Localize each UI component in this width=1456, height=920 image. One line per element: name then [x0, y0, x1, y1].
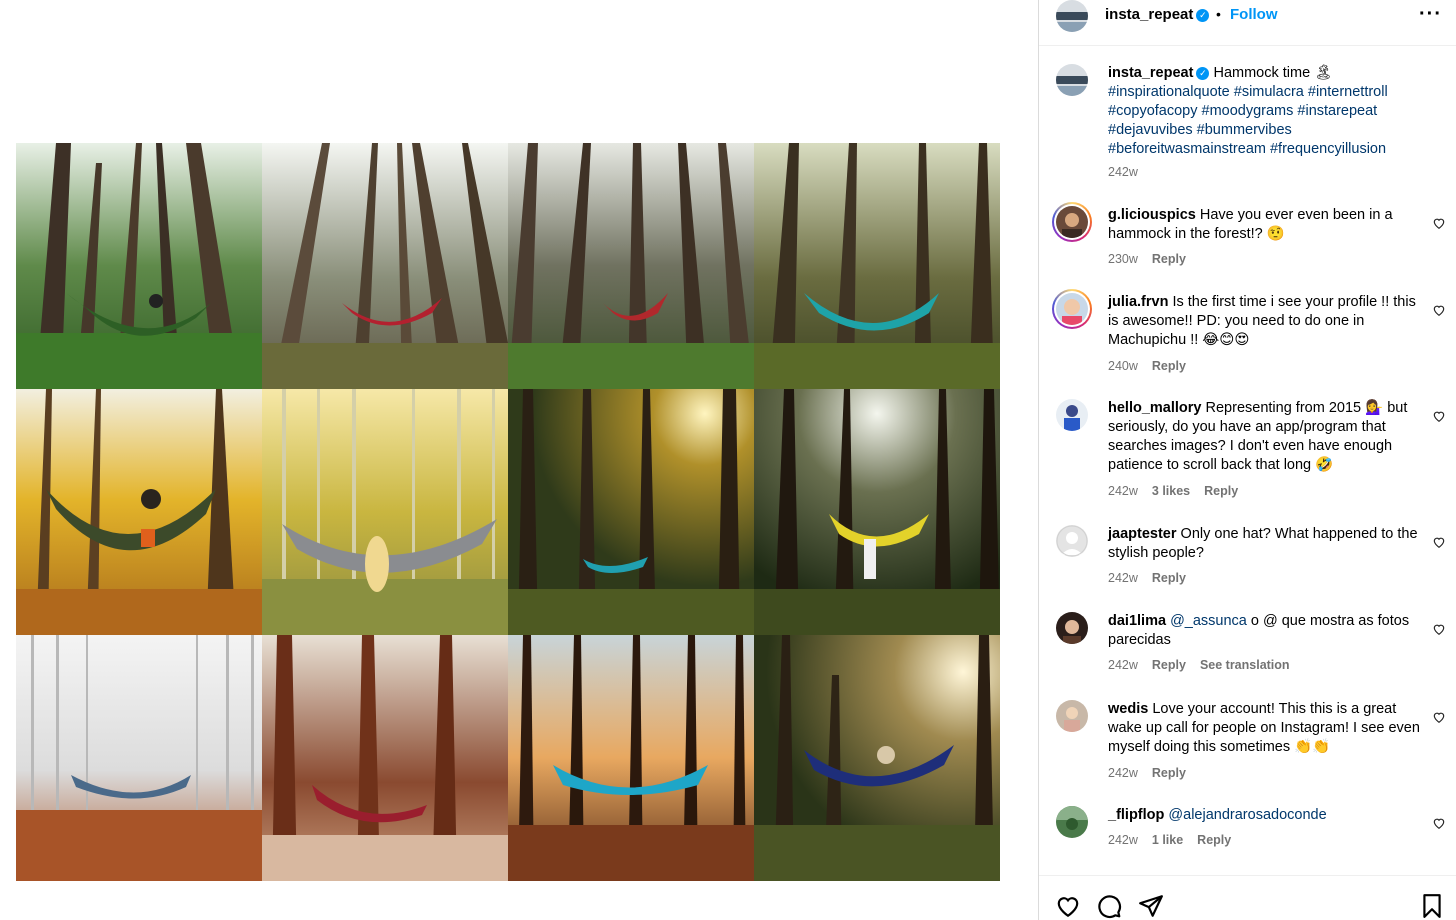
comment-text: _flipflop @alejandrarosadoconde	[1108, 806, 1420, 825]
comment-meta: 242w 1 like Reply	[1108, 833, 1245, 847]
reply-button[interactable]: Reply	[1197, 833, 1231, 847]
post-header: insta_repeat ✓ • Follow ···	[1039, 0, 1456, 46]
share-icon[interactable]	[1138, 893, 1164, 919]
comment-username[interactable]: jaaptester	[1108, 526, 1177, 542]
comment-avatar[interactable]	[1056, 399, 1088, 431]
caption-time[interactable]: 242w	[1108, 165, 1138, 179]
caption-body: Hammock time 🏝	[1213, 65, 1333, 81]
comment-avatar[interactable]	[1056, 612, 1088, 644]
profile-avatar[interactable]	[1056, 0, 1088, 32]
comment-avatar[interactable]	[1056, 293, 1088, 325]
bookmark-icon[interactable]	[1419, 893, 1445, 919]
comment-text: jaaptester Only one hat? What happened t…	[1108, 525, 1420, 563]
story-ring[interactable]	[1052, 202, 1092, 242]
collage-photo	[754, 389, 1000, 635]
comment-body: Love your account! This this is a great …	[1108, 701, 1420, 755]
comment-meta: 242w Reply	[1108, 766, 1200, 780]
verified-badge-icon: ✓	[1196, 9, 1210, 22]
heart-icon[interactable]	[1055, 893, 1081, 919]
comment-username[interactable]: hello_mallory	[1108, 400, 1201, 416]
comment-icon[interactable]	[1096, 893, 1122, 919]
comment-meta: 230w Reply	[1108, 252, 1200, 266]
caption-text: insta_repeat ✓ Hammock time 🏝 #inspiratio…	[1108, 64, 1420, 159]
comment-mention[interactable]: @alejandrarosadoconde	[1168, 807, 1326, 823]
comment-username[interactable]: g.liciouspics	[1108, 207, 1196, 223]
comment-meta: 240w Reply	[1108, 359, 1200, 373]
story-ring[interactable]	[1052, 289, 1092, 329]
like-comment-heart-icon[interactable]	[1432, 535, 1446, 549]
comment-username[interactable]: julia.frvn	[1108, 294, 1168, 310]
like-comment-heart-icon[interactable]	[1432, 409, 1446, 423]
comment-meta: 242w Reply	[1108, 571, 1200, 585]
verified-badge-icon: ✓	[1196, 67, 1210, 80]
comment-time[interactable]: 242w	[1108, 833, 1138, 847]
caption-meta: 242w	[1108, 165, 1152, 179]
comment-text: hello_mallory Representing from 2015 💁‍♀…	[1108, 399, 1420, 475]
more-options-icon[interactable]: ···	[1419, 3, 1442, 26]
comment-avatar[interactable]	[1056, 206, 1088, 238]
collage-photo	[16, 635, 262, 881]
post-sidebar: insta_repeat ✓ • Follow ··· insta_repeat ✓…	[1038, 0, 1456, 920]
post-media[interactable]	[0, 0, 1038, 920]
like-comment-heart-icon[interactable]	[1432, 216, 1446, 230]
reply-button[interactable]: Reply	[1152, 252, 1186, 266]
collage-photo	[754, 143, 1000, 389]
comment-text: dai1lima @_assunca o @ que mostra as fot…	[1108, 612, 1420, 650]
collage-photo	[262, 389, 508, 635]
comment-avatar[interactable]	[1056, 806, 1088, 838]
comment-meta: 242w Reply See translation	[1108, 658, 1304, 672]
comment-username[interactable]: _flipflop	[1108, 807, 1164, 823]
collage-photo	[262, 635, 508, 881]
like-comment-heart-icon[interactable]	[1432, 710, 1446, 724]
like-comment-heart-icon[interactable]	[1432, 622, 1446, 636]
comment-likes[interactable]: 1 like	[1152, 833, 1183, 847]
comment-text: julia.frvn Is the first time i see your …	[1108, 293, 1420, 350]
collage-photo	[262, 143, 508, 389]
reply-button[interactable]: Reply	[1152, 658, 1186, 672]
caption-avatar[interactable]	[1056, 64, 1088, 96]
collage-photo	[754, 635, 1000, 881]
photo-collage	[16, 143, 1000, 881]
comment-mention[interactable]: @_assunca	[1170, 613, 1247, 629]
like-comment-heart-icon[interactable]	[1432, 303, 1446, 317]
comment-username[interactable]: wedis	[1108, 701, 1148, 717]
separator-dot: •	[1216, 6, 1221, 22]
reply-button[interactable]: Reply	[1152, 571, 1186, 585]
comments-list[interactable]: insta_repeat ✓ Hammock time 🏝 #inspiratio…	[1039, 47, 1456, 875]
collage-photo	[16, 389, 262, 635]
header-username[interactable]: insta_repeat ✓	[1105, 6, 1210, 23]
comment-time[interactable]: 242w	[1108, 571, 1138, 585]
comment-avatar[interactable]	[1056, 525, 1088, 557]
collage-photo	[16, 143, 262, 389]
collage-photo	[508, 389, 754, 635]
collage-photo	[508, 635, 754, 881]
caption-username[interactable]: insta_repeat	[1108, 65, 1193, 81]
see-translation-button[interactable]: See translation	[1200, 658, 1290, 672]
comment-time[interactable]: 242w	[1108, 766, 1138, 780]
comment-time[interactable]: 240w	[1108, 359, 1138, 373]
like-comment-heart-icon[interactable]	[1432, 816, 1446, 830]
collage-photo	[508, 143, 754, 389]
comment-meta: 242w 3 likes Reply	[1108, 484, 1252, 498]
comment-time[interactable]: 242w	[1108, 658, 1138, 672]
comment-likes[interactable]: 3 likes	[1152, 484, 1190, 498]
reply-button[interactable]: Reply	[1152, 766, 1186, 780]
reply-button[interactable]: Reply	[1204, 484, 1238, 498]
follow-button[interactable]: Follow	[1230, 6, 1278, 23]
comment-text: g.liciouspics Have you ever even been in…	[1108, 206, 1420, 244]
post-actions-bar	[1039, 875, 1456, 920]
post-viewer: insta_repeat ✓ • Follow ··· insta_repeat ✓…	[0, 0, 1456, 920]
caption-hashtags[interactable]: #inspirationalquote #simulacra #internet…	[1108, 84, 1388, 157]
comment-avatar[interactable]	[1056, 700, 1088, 732]
reply-button[interactable]: Reply	[1152, 359, 1186, 373]
comment-time[interactable]: 230w	[1108, 252, 1138, 266]
comment-time[interactable]: 242w	[1108, 484, 1138, 498]
comment-text: wedis Love your account! This this is a …	[1108, 700, 1420, 757]
comment-username[interactable]: dai1lima	[1108, 613, 1166, 629]
